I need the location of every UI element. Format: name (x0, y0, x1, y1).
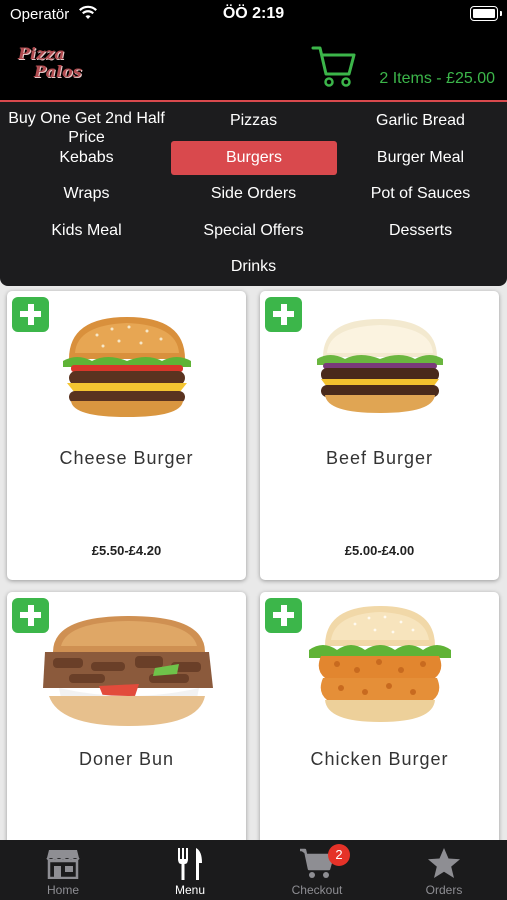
product-price: £5.00-£4.00 (344, 543, 415, 558)
category-side-orders[interactable]: Side Orders (170, 177, 337, 211)
product-card[interactable]: Doner Bun (7, 592, 246, 881)
logo-line-1: Pizza (18, 44, 65, 63)
cart-summary[interactable]: 2 Items - £25.00 (379, 70, 495, 88)
shopping-cart-icon[interactable] (311, 44, 357, 88)
category-pot-of-sauces[interactable]: Pot of Sauces (337, 177, 504, 211)
status-bar: Operatör ÖÖ 2:19 (0, 0, 507, 30)
tab-orders-label: Orders (425, 883, 463, 897)
tab-orders[interactable]: Orders (381, 840, 507, 900)
product-name: Doner Bun (78, 749, 175, 769)
doner-bun-image (42, 616, 213, 726)
chicken-burger-image (308, 606, 451, 722)
category-special-offers[interactable]: Special Offers (170, 214, 337, 248)
battery-icon (470, 6, 502, 21)
category-buy-one-get-2nd-half-price[interactable]: Buy One Get 2nd Half Price (3, 102, 170, 146)
tab-checkout-label: Checkout (291, 883, 343, 897)
tab-home-label: Home (46, 883, 79, 897)
cart-count-badge: 2 (328, 844, 350, 866)
category-kids-meal[interactable]: Kids Meal (3, 214, 170, 248)
add-to-cart-button[interactable] (265, 297, 302, 332)
pizza-palos-logo[interactable]: Pizza Palos (18, 44, 88, 86)
beef-burger-image (316, 319, 443, 413)
category-burger-meal[interactable]: Burger Meal (337, 141, 504, 175)
category-garlic-bread[interactable]: Garlic Bread (337, 104, 504, 138)
clock: ÖÖ 2:19 (222, 5, 285, 22)
category-burgers[interactable]: Burgers (171, 141, 337, 175)
product-name: Cheese Burger (59, 448, 194, 468)
tab-menu-label: Menu (174, 883, 206, 897)
product-card[interactable]: Beef Burger £5.00-£4.00 (260, 291, 499, 580)
category-kebabs[interactable]: Kebabs (3, 141, 170, 175)
logo-line-2: Palos (34, 62, 82, 81)
add-to-cart-button[interactable] (12, 297, 49, 332)
category-wraps[interactable]: Wraps (3, 177, 170, 211)
add-to-cart-button[interactable] (265, 598, 302, 633)
tab-menu[interactable]: Menu (127, 840, 253, 900)
category-desserts[interactable]: Desserts (337, 214, 504, 248)
product-name: Beef Burger (325, 448, 434, 468)
fork-knife-icon (178, 848, 202, 880)
cheese-burger-image (62, 317, 191, 417)
category-pizzas[interactable]: Pizzas (170, 104, 337, 138)
product-card[interactable]: Cheese Burger £5.50-£4.20 (7, 291, 246, 580)
star-icon (428, 848, 460, 878)
app-header: Pizza Palos 2 Items - £25.00 (0, 30, 507, 100)
tab-bar: Home Menu 2 Checkout Orders (0, 840, 507, 900)
product-card[interactable]: Chicken Burger (260, 592, 499, 881)
store-icon (46, 850, 80, 879)
product-name: Chicken Burger (310, 749, 449, 769)
category-menu: Buy One Get 2nd Half Price Pizzas Garlic… (0, 102, 507, 286)
category-drinks[interactable]: Drinks (170, 250, 337, 284)
tab-checkout[interactable]: 2 Checkout (254, 840, 380, 900)
tab-home[interactable]: Home (0, 840, 126, 900)
product-price: £5.50-£4.20 (91, 543, 162, 558)
